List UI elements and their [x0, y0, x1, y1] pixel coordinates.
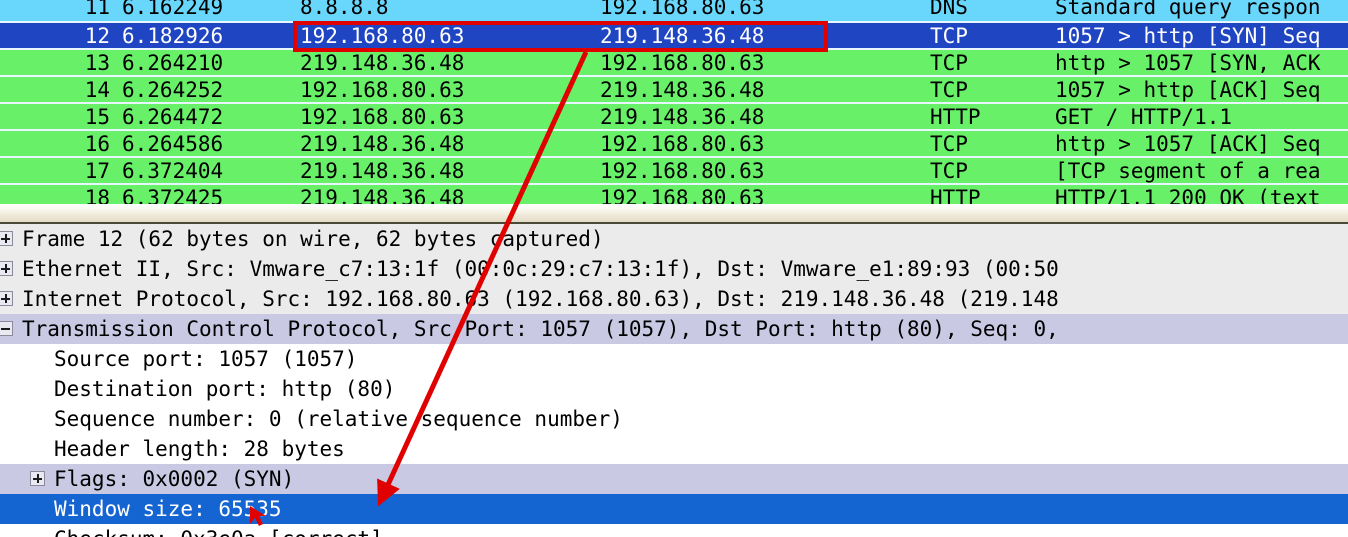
- collapse-minus-icon[interactable]: [0, 321, 13, 336]
- detail-row-checksum[interactable]: Checksum: 0x3e0a [correct]: [0, 524, 1348, 537]
- detail-label: Flags: 0x0002 (SYN): [54, 467, 295, 491]
- detail-label: Source port: 1057 (1057): [54, 347, 358, 371]
- packet-row-11[interactable]: 11 6.162249 8.8.8.8 192.168.80.63 DNS St…: [0, 0, 1348, 21]
- packet-info: http > 1057 [SYN, ACK: [1055, 51, 1321, 75]
- pane-splitter[interactable]: [0, 204, 1348, 224]
- packet-source: 8.8.8.8: [300, 0, 389, 19]
- packet-destination: 219.148.36.48: [600, 24, 765, 48]
- packet-destination: 192.168.80.63: [600, 159, 765, 183]
- detail-row-sequence-number[interactable]: Sequence number: 0 (relative sequence nu…: [0, 404, 1348, 434]
- detail-label: Frame 12 (62 bytes on wire, 62 bytes cap…: [22, 227, 604, 251]
- detail-row-header-length[interactable]: Header length: 28 bytes: [0, 434, 1348, 464]
- packet-row-14[interactable]: 14 6.264252 192.168.80.63 219.148.36.48 …: [0, 75, 1348, 102]
- detail-label: Internet Protocol, Src: 192.168.80.63 (1…: [22, 287, 1059, 311]
- expand-plus-icon[interactable]: [0, 231, 13, 246]
- packet-info: GET / HTTP/1.1: [1055, 105, 1233, 129]
- packet-destination: 219.148.36.48: [600, 78, 765, 102]
- packet-info: [TCP segment of a rea: [1055, 159, 1321, 183]
- detail-label: Destination port: http (80): [54, 377, 396, 401]
- packet-destination: 219.148.36.48: [600, 105, 765, 129]
- packet-source: 219.148.36.48: [300, 159, 465, 183]
- packet-no: 15: [84, 105, 110, 129]
- packet-destination: 192.168.80.63: [600, 0, 765, 19]
- packet-info: 1057 > http [SYN] Seq: [1055, 24, 1321, 48]
- detail-label: Header length: 28 bytes: [54, 437, 345, 461]
- detail-row-ethernet[interactable]: Ethernet II, Src: Vmware_c7:13:1f (00:0c…: [0, 254, 1348, 284]
- packet-protocol: HTTP: [930, 105, 981, 129]
- packet-row-12[interactable]: 12 6.182926 192.168.80.63 219.148.36.48 …: [0, 21, 1348, 48]
- detail-row-ip[interactable]: Internet Protocol, Src: 192.168.80.63 (1…: [0, 284, 1348, 314]
- packet-source: 219.148.36.48: [300, 51, 465, 75]
- detail-label: Window size: 65535: [54, 497, 282, 521]
- packet-destination: 192.168.80.63: [600, 51, 765, 75]
- packet-detail-pane[interactable]: Frame 12 (62 bytes on wire, 62 bytes cap…: [0, 224, 1348, 537]
- packet-no: 14: [84, 78, 110, 102]
- packet-info: 1057 > http [ACK] Seq: [1055, 78, 1321, 102]
- detail-row-tcp[interactable]: Transmission Control Protocol, Src Port:…: [0, 314, 1348, 344]
- packet-source: 219.148.36.48: [300, 186, 465, 204]
- packet-protocol: TCP: [930, 51, 968, 75]
- wireshark-window: 11 6.162249 8.8.8.8 192.168.80.63 DNS St…: [0, 0, 1348, 537]
- detail-row-source-port[interactable]: Source port: 1057 (1057): [0, 344, 1348, 374]
- packet-row-13[interactable]: 13 6.264210 219.148.36.48 192.168.80.63 …: [0, 48, 1348, 75]
- packet-source: 192.168.80.63: [300, 78, 465, 102]
- detail-label: Checksum: 0x3e0a [correct]: [54, 524, 383, 537]
- packet-protocol: DNS: [930, 0, 968, 19]
- packet-time: 6.264586: [122, 132, 224, 156]
- detail-row-frame[interactable]: Frame 12 (62 bytes on wire, 62 bytes cap…: [0, 224, 1348, 254]
- packet-no: 11: [84, 0, 110, 19]
- detail-label: Transmission Control Protocol, Src Port:…: [22, 317, 1059, 341]
- packet-source: 192.168.80.63: [300, 24, 465, 48]
- packet-no: 13: [84, 51, 110, 75]
- packet-source: 219.148.36.48: [300, 132, 465, 156]
- packet-no: 16: [84, 132, 110, 156]
- packet-destination: 192.168.80.63: [600, 186, 765, 204]
- expand-plus-icon[interactable]: [0, 291, 13, 306]
- packet-protocol: HTTP: [930, 186, 981, 204]
- packet-list-pane[interactable]: 11 6.162249 8.8.8.8 192.168.80.63 DNS St…: [0, 0, 1348, 204]
- packet-row-15[interactable]: 15 6.264472 192.168.80.63 219.148.36.48 …: [0, 102, 1348, 129]
- packet-protocol: TCP: [930, 159, 968, 183]
- packet-info: HTTP/1.1 200 OK (text: [1055, 186, 1321, 204]
- expand-plus-icon[interactable]: [30, 471, 45, 486]
- packet-time: 6.264252: [122, 78, 224, 102]
- packet-info: Standard query respon: [1055, 0, 1321, 19]
- packet-no: 12: [84, 24, 110, 48]
- packet-protocol: TCP: [930, 78, 968, 102]
- packet-row-16[interactable]: 16 6.264586 219.148.36.48 192.168.80.63 …: [0, 129, 1348, 156]
- detail-label: Ethernet II, Src: Vmware_c7:13:1f (00:0c…: [22, 257, 1059, 281]
- packet-info: http > 1057 [ACK] Seq: [1055, 132, 1321, 156]
- packet-protocol: TCP: [930, 24, 968, 48]
- packet-row-18[interactable]: 18 6.372425 219.148.36.48 192.168.80.63 …: [0, 183, 1348, 204]
- packet-time: 6.264472: [122, 105, 224, 129]
- packet-time: 6.162249: [122, 0, 224, 19]
- packet-row-17[interactable]: 17 6.372404 219.148.36.48 192.168.80.63 …: [0, 156, 1348, 183]
- packet-no: 18: [84, 186, 110, 204]
- packet-destination: 192.168.80.63: [600, 132, 765, 156]
- detail-row-window-size[interactable]: Window size: 65535: [0, 494, 1348, 524]
- detail-label: Sequence number: 0 (relative sequence nu…: [54, 407, 623, 431]
- packet-time: 6.264210: [122, 51, 224, 75]
- detail-row-destination-port[interactable]: Destination port: http (80): [0, 374, 1348, 404]
- packet-time: 6.372404: [122, 159, 224, 183]
- packet-time: 6.182926: [122, 24, 224, 48]
- packet-time: 6.372425: [122, 186, 224, 204]
- expand-plus-icon[interactable]: [0, 261, 13, 276]
- detail-row-flags[interactable]: Flags: 0x0002 (SYN): [0, 464, 1348, 494]
- packet-source: 192.168.80.63: [300, 105, 465, 129]
- packet-no: 17: [84, 159, 110, 183]
- packet-protocol: TCP: [930, 132, 968, 156]
